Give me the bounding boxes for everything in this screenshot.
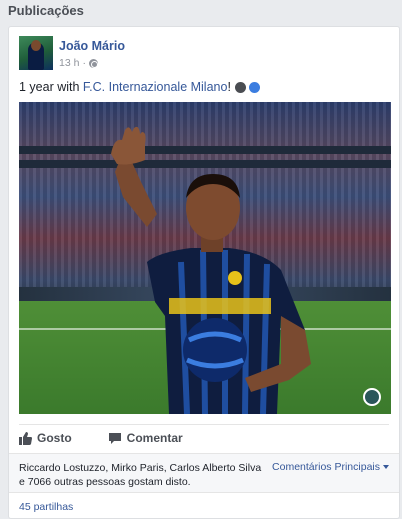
comment-icon (108, 432, 121, 444)
shares-count[interactable]: 45 partilhas (19, 501, 73, 513)
post-text-suffix: ! (227, 80, 231, 94)
caret-down-icon (383, 465, 389, 469)
post-photo[interactable] (19, 102, 391, 414)
like-label: Gosto (37, 431, 72, 445)
post-card: João Mário 13 h · 1 year with F.C. Inter… (8, 26, 400, 519)
black-circle-icon (234, 81, 246, 93)
like-button[interactable]: Gosto (19, 431, 72, 445)
comments-filter-dropdown[interactable]: Comentários Principais (272, 461, 389, 473)
photo-player-figure (111, 126, 311, 414)
comment-button[interactable]: Comentar (108, 431, 183, 445)
player-raised-arm (115, 160, 157, 227)
post-text-link[interactable]: F.C. Internazionale Milano (83, 80, 228, 94)
meta-separator: · (82, 57, 86, 69)
avatar-head (31, 40, 41, 51)
inter-logo-icon (363, 388, 381, 406)
post-actions: Gosto Comentar (19, 431, 183, 445)
likes-box: Riccardo Lostuzzo, Mirko Paris, Carlos A… (9, 453, 399, 493)
post-text: 1 year with F.C. Internazionale Milano ! (19, 80, 260, 94)
blue-circle-icon (248, 81, 260, 93)
comment-label: Comentar (126, 431, 183, 445)
post-time[interactable]: 13 h (59, 57, 79, 69)
avatar[interactable] (19, 36, 53, 70)
globe-icon[interactable] (88, 58, 98, 68)
post-text-prefix: 1 year with (19, 80, 83, 94)
likes-summary[interactable]: Riccardo Lostuzzo, Mirko Paris, Carlos A… (19, 461, 264, 489)
thumbs-up-icon (19, 431, 32, 445)
player-hand (111, 126, 146, 165)
player-crest (228, 271, 242, 285)
player-ball (183, 318, 247, 382)
post-meta: 13 h · (59, 57, 98, 69)
divider (19, 424, 389, 425)
post-author[interactable]: João Mário (59, 39, 125, 53)
player-sponsor-band (169, 298, 271, 314)
section-title: Publicações (8, 3, 84, 18)
comments-filter-label: Comentários Principais (272, 461, 380, 473)
